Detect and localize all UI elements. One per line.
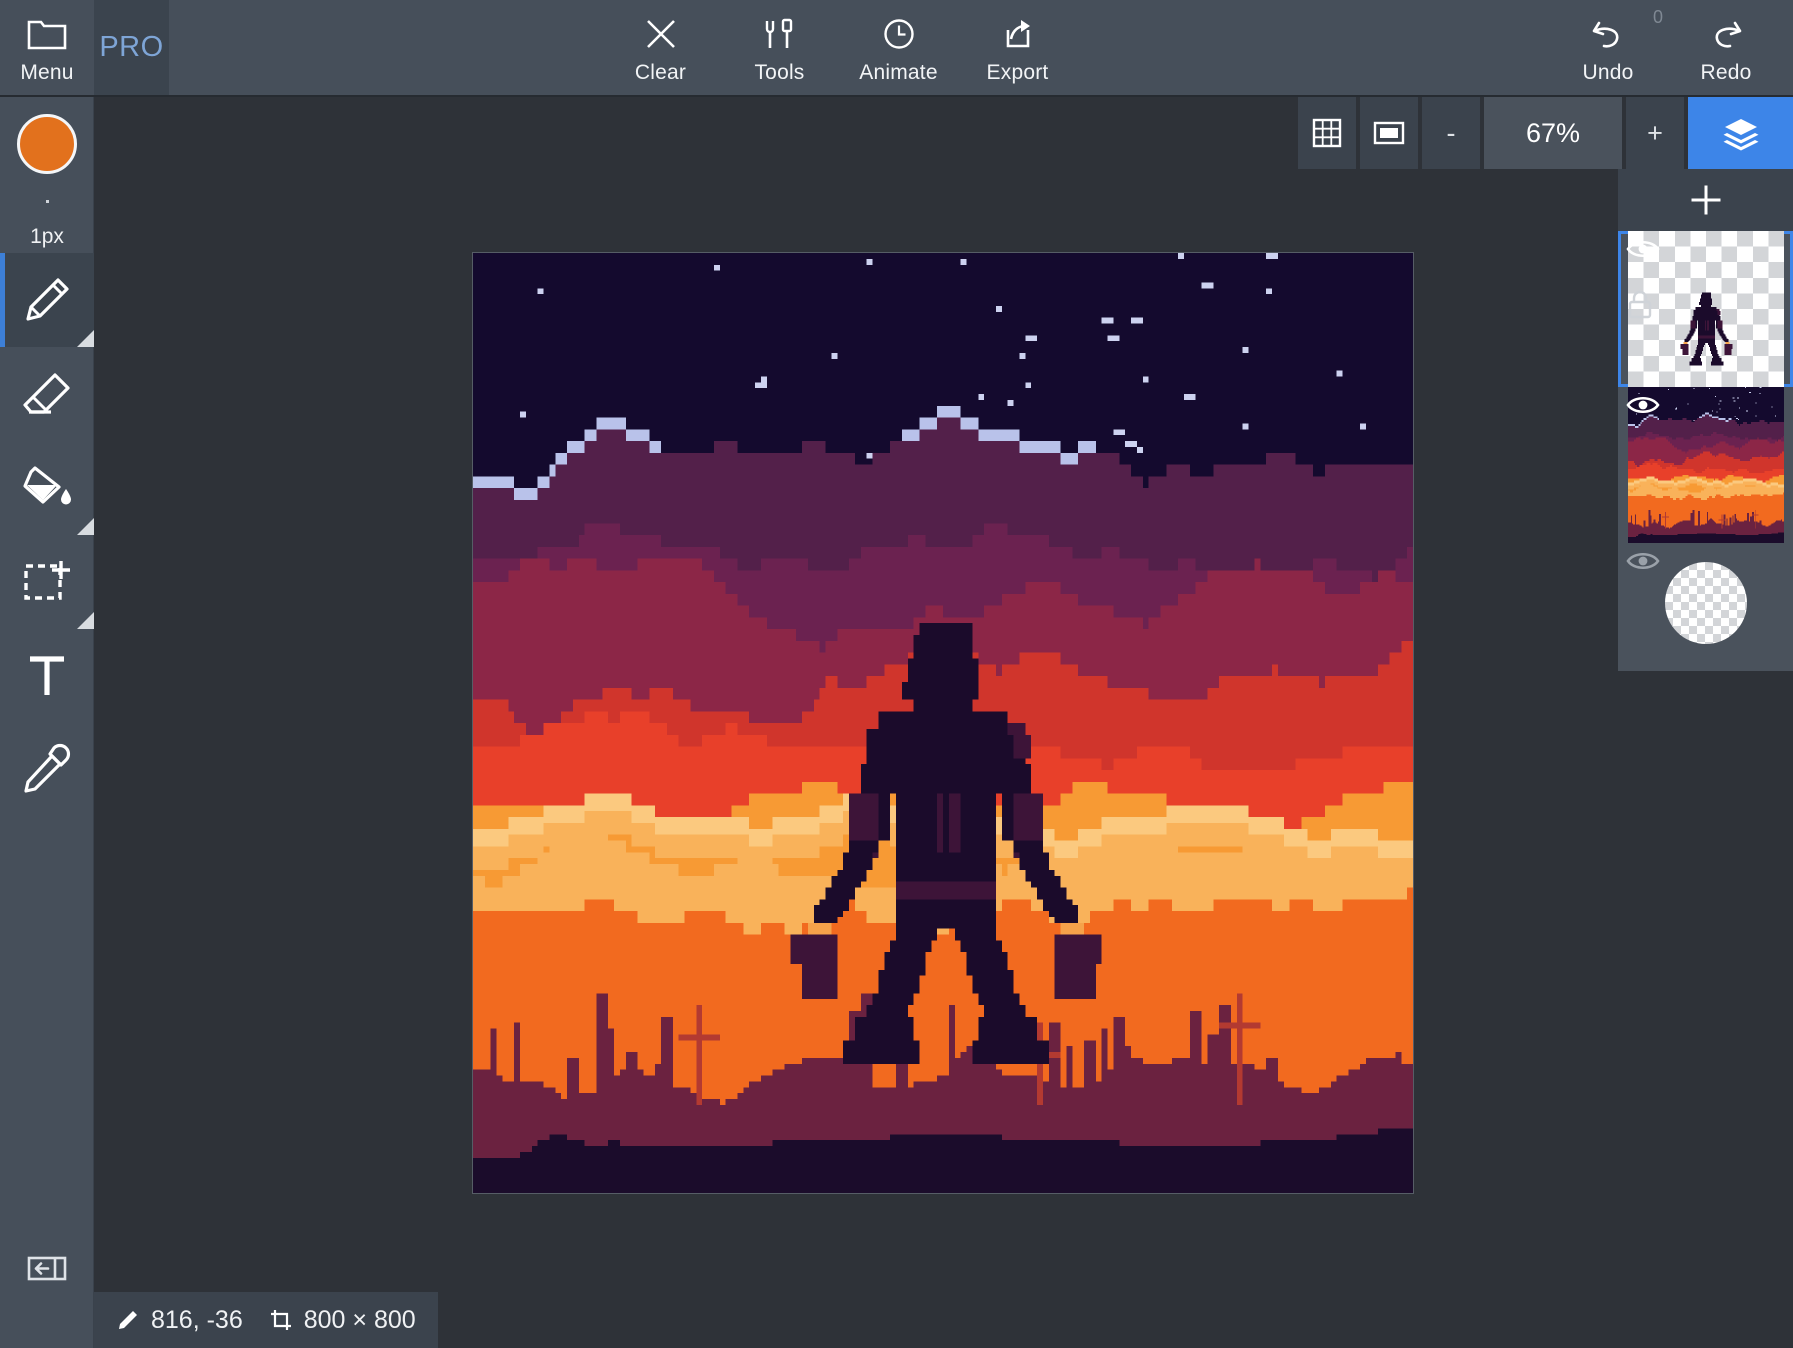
zoom-toolbar: - 67% + xyxy=(1298,97,1793,169)
tools-button[interactable]: Tools xyxy=(720,0,839,95)
animate-label: Animate xyxy=(859,62,937,83)
eye-off-icon[interactable] xyxy=(1626,549,1660,573)
export-label: Export xyxy=(987,62,1049,83)
animate-button[interactable]: Animate xyxy=(839,0,958,95)
paint-bucket-icon xyxy=(18,460,76,516)
collapse-panel-icon xyxy=(26,1253,68,1283)
eye-icon[interactable] xyxy=(1626,393,1660,417)
clear-label: Clear xyxy=(635,62,686,83)
artboard-canvas[interactable] xyxy=(473,253,1413,1193)
tool-fill[interactable] xyxy=(0,441,94,535)
undo-arrow-icon xyxy=(1588,13,1628,55)
fit-to-frame-button[interactable] xyxy=(1360,97,1418,169)
export-button[interactable]: Export xyxy=(958,0,1077,95)
cursor-position-readout: 816, -36 xyxy=(116,1306,243,1335)
layer-controls xyxy=(1626,549,1660,573)
select-add-icon xyxy=(19,556,75,608)
redo-button[interactable]: Redo xyxy=(1667,0,1785,95)
pencil-icon xyxy=(116,1308,140,1332)
tool-pencil[interactable] xyxy=(0,253,94,347)
tool-sidebar: 1px xyxy=(0,97,94,1348)
eyedropper-icon xyxy=(19,742,75,798)
toolbar-spacer-right xyxy=(1077,0,1549,95)
toggle-layers-panel-button[interactable] xyxy=(1688,97,1793,169)
status-bar: 816, -36 800 × 800 xyxy=(94,1292,438,1348)
undo-label: Undo xyxy=(1582,62,1633,83)
brush-size-preview-dot xyxy=(46,200,49,203)
tool-options-corner[interactable] xyxy=(77,330,94,347)
lock-icon[interactable] xyxy=(1626,289,1660,313)
layer-controls xyxy=(1626,393,1660,417)
grid-icon xyxy=(1312,118,1342,148)
editor-window: Menu PRO Clear xyxy=(0,0,1793,1348)
layer-thumbnail[interactable] xyxy=(1665,562,1747,644)
share-export-icon xyxy=(999,13,1037,55)
text-t-icon xyxy=(22,651,72,701)
canvas-size-readout: 800 × 800 xyxy=(269,1306,416,1335)
zoom-level-display[interactable]: 67% xyxy=(1484,97,1622,169)
collapse-sidebar-button[interactable] xyxy=(0,1240,94,1296)
layer-item-empty[interactable] xyxy=(1618,543,1793,663)
canvas-size-value: 800 × 800 xyxy=(304,1306,416,1335)
layer-item-character[interactable] xyxy=(1618,231,1793,387)
toolbar-spacer-left xyxy=(169,0,601,95)
brush-size-button[interactable]: 1px xyxy=(0,191,94,253)
plus-icon xyxy=(1686,180,1726,220)
eye-icon[interactable] xyxy=(1626,237,1660,261)
tool-text[interactable] xyxy=(0,629,94,723)
toolbar-history-group: Undo 0 Redo xyxy=(1549,0,1793,95)
tool-eyedropper[interactable] xyxy=(0,723,94,817)
close-x-icon xyxy=(642,13,680,55)
layer-item-background[interactable] xyxy=(1618,387,1793,543)
zoom-out-button[interactable]: - xyxy=(1422,97,1480,169)
eraser-icon xyxy=(19,366,75,422)
fit-frame-icon xyxy=(1373,120,1405,146)
canvas-workspace[interactable] xyxy=(94,97,1793,1348)
undo-count-badge: 0 xyxy=(1653,7,1663,28)
pencil-icon xyxy=(19,272,75,328)
crop-size-icon xyxy=(269,1308,293,1332)
clock-icon xyxy=(880,13,918,55)
current-color-swatch xyxy=(17,114,77,174)
zoom-in-button[interactable]: + xyxy=(1626,97,1684,169)
toggle-grid-button[interactable] xyxy=(1298,97,1356,169)
layers-panel xyxy=(1618,169,1793,671)
folder-icon xyxy=(27,13,67,55)
layers-stack-icon xyxy=(1721,115,1761,151)
tool-options-corner[interactable] xyxy=(77,518,94,535)
tool-eraser[interactable] xyxy=(0,347,94,441)
clear-button[interactable]: Clear xyxy=(601,0,720,95)
undo-button[interactable]: Undo xyxy=(1549,0,1667,95)
redo-arrow-icon xyxy=(1706,13,1746,55)
tool-select[interactable] xyxy=(0,535,94,629)
redo-label: Redo xyxy=(1700,62,1751,83)
tool-options-corner[interactable] xyxy=(77,612,94,629)
top-toolbar: Menu PRO Clear xyxy=(0,0,1793,97)
brush-size-label: 1px xyxy=(30,225,64,249)
menu-label: Menu xyxy=(20,62,73,83)
cursor-position-value: 816, -36 xyxy=(151,1306,243,1335)
tools-label: Tools xyxy=(754,62,804,83)
color-swatch-button[interactable] xyxy=(0,97,94,191)
add-layer-button[interactable] xyxy=(1618,169,1793,231)
toolbar-center-group: Clear Tools xyxy=(601,0,1077,95)
layer-controls xyxy=(1626,237,1660,313)
tools-icon xyxy=(763,13,797,55)
menu-button[interactable]: Menu xyxy=(0,0,94,95)
pro-badge-button[interactable]: PRO xyxy=(94,0,169,95)
